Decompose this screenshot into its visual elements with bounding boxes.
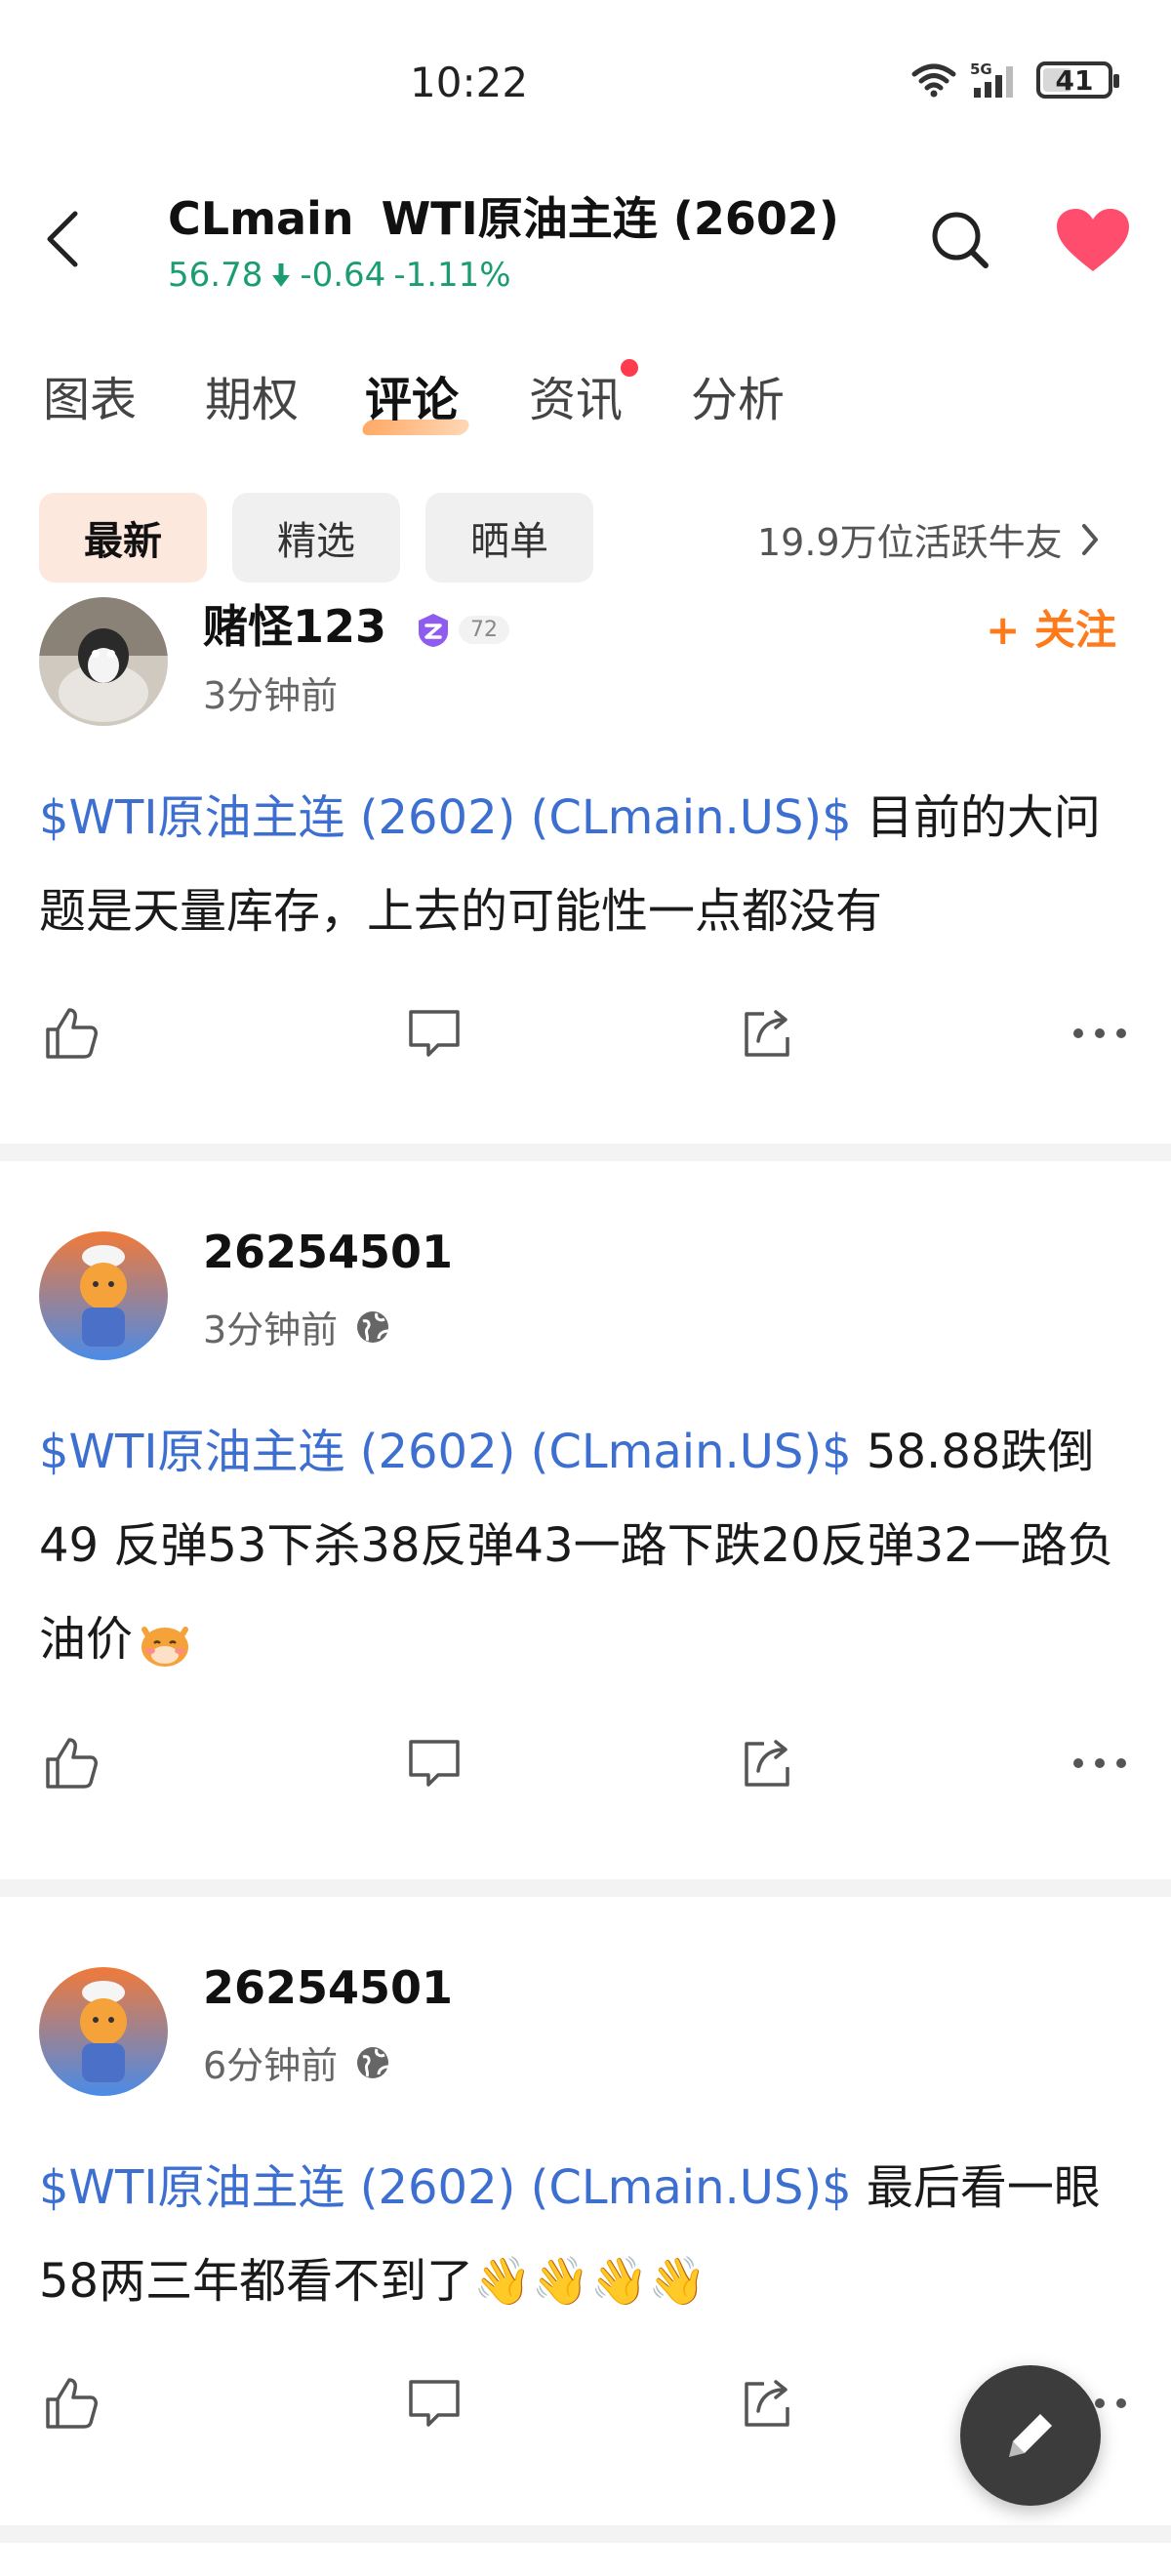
avatar-image: [39, 597, 168, 726]
pencil-icon: [1009, 2414, 1052, 2457]
share-icon: [745, 1010, 789, 1057]
favorite-button[interactable]: [1052, 203, 1134, 277]
title-block: CLmain WTI原油主连 (2602) 56.78 -0.64 -1.11%: [168, 183, 839, 295]
battery-indicator: 41: [1036, 61, 1119, 99]
search-button[interactable]: [923, 203, 997, 277]
globe-icon: [357, 2046, 389, 2078]
wifi-icon: [911, 63, 956, 98]
price-quote: 56.78 -0.64 -1.11%: [168, 256, 839, 295]
user-level: 72: [459, 616, 510, 644]
post-divider: [0, 1144, 1171, 1161]
tab-analysis[interactable]: 分析: [691, 361, 785, 429]
follow-button[interactable]: + 关注: [986, 597, 1116, 657]
status-icons: 5G 41: [911, 60, 1119, 100]
more-button[interactable]: [1066, 1729, 1134, 1797]
share-button[interactable]: [734, 2369, 802, 2437]
price-change: -0.64: [300, 256, 386, 295]
page-title: CLmain WTI原油主连 (2602): [168, 183, 839, 248]
news-unread-dot: [621, 359, 638, 377]
share-button[interactable]: [734, 1729, 802, 1797]
stock-tag[interactable]: $WTI原油主连 (2602) (CLmain.US)$: [39, 790, 852, 845]
active-users-label: 19.9万位活跃牛友: [757, 521, 1063, 564]
comment-icon: [409, 1740, 460, 1787]
battery-level: 41: [1055, 63, 1094, 97]
user-badge: 72: [416, 612, 510, 649]
compose-button[interactable]: [960, 2365, 1101, 2506]
post-actions: [0, 999, 1171, 1067]
username-text: 赌怪123: [203, 600, 387, 653]
globe-icon: [357, 1310, 389, 1343]
cell-signal-icon: 5G: [970, 60, 1013, 98]
post-time-text: 6分钟前: [203, 2044, 339, 2087]
username[interactable]: 26254501: [203, 1961, 453, 2014]
comment-button[interactable]: [400, 2369, 468, 2437]
more-icon: [1073, 1758, 1126, 1768]
tab-news[interactable]: 资讯: [529, 361, 623, 429]
post-time-text: 3分钟前: [203, 1308, 339, 1351]
post-time: 6分钟前: [203, 2035, 390, 2089]
like-button[interactable]: [37, 999, 105, 1067]
like-button[interactable]: [37, 1729, 105, 1797]
post-content[interactable]: $WTI原油主连 (2602) (CLmain.US)$ 目前的大问题是天量库存…: [39, 771, 1142, 958]
stock-tag[interactable]: $WTI原油主连 (2602) (CLmain.US)$: [39, 2160, 852, 2215]
last-price: 56.78: [168, 256, 263, 295]
status-bar: 10:22 5G 41: [0, 0, 1171, 166]
thumbs-up-icon: [46, 1008, 98, 1059]
more-icon: [1073, 1028, 1126, 1038]
username[interactable]: 赌怪123 72: [203, 591, 510, 656]
search-icon: [932, 212, 989, 268]
cow-emoji-icon: [141, 1627, 189, 1667]
thumbs-up-icon: [46, 1738, 98, 1789]
filter-featured[interactable]: 精选: [232, 493, 400, 583]
heart-icon: [1057, 209, 1129, 271]
like-button[interactable]: [37, 2369, 105, 2437]
filter-trades[interactable]: 晒单: [425, 493, 593, 583]
network-label: 5G: [970, 60, 992, 78]
post-card[interactable]: 26254501 3分钟前 $WTI原油主连 (2602) (CLmain.US…: [0, 1226, 1171, 1866]
stock-header: CLmain WTI原油主连 (2602) 56.78 -0.64 -1.11%: [0, 166, 1171, 312]
stock-tag[interactable]: $WTI原油主连 (2602) (CLmain.US)$: [39, 1425, 852, 1479]
thumbs-up-icon: [46, 2378, 98, 2429]
comment-icon: [409, 2380, 460, 2427]
tab-comments[interactable]: 评论: [365, 361, 459, 429]
post-time: 3分钟前: [203, 665, 338, 719]
post-time: 3分钟前: [203, 1300, 390, 1353]
post-time-text: 3分钟前: [203, 674, 339, 717]
tab-bar: 图表 期权 评论 资讯 分析: [0, 351, 1171, 449]
post-divider: [0, 1879, 1171, 1897]
chevron-right-icon: [1081, 523, 1098, 555]
price-change-pct: -1.11%: [393, 256, 511, 295]
post-card[interactable]: 赌怪123 72 3分钟前 + 关注 $WTI原油主连 (2602) (CLma…: [0, 597, 1171, 1144]
chevron-left-icon: [47, 211, 78, 267]
post-divider: [0, 2525, 1171, 2543]
instrument-name: WTI原油主连 (2602): [381, 192, 839, 245]
post-content[interactable]: $WTI原油主连 (2602) (CLmain.US)$ 最后看一眼58两三年都…: [39, 2141, 1142, 2328]
filter-bar: 最新 精选 晒单 19.9万位活跃牛友: [0, 493, 1171, 585]
tab-chart[interactable]: 图表: [43, 361, 137, 429]
status-time: 10:22: [410, 59, 529, 106]
tab-options[interactable]: 期权: [205, 361, 299, 429]
avatar-image: [39, 1231, 168, 1360]
comment-button[interactable]: [400, 999, 468, 1067]
avatar[interactable]: [39, 1231, 168, 1360]
verified-badge-icon: [419, 613, 449, 647]
comment-button[interactable]: [400, 1729, 468, 1797]
comment-icon: [409, 1010, 460, 1057]
back-button[interactable]: [29, 205, 98, 273]
ticker-symbol: CLmain: [168, 192, 354, 245]
avatar-image: [39, 1967, 168, 2096]
avatar[interactable]: [39, 1967, 168, 2096]
filter-latest[interactable]: 最新: [39, 493, 207, 583]
post-actions: [0, 1729, 1171, 1797]
more-button[interactable]: [1066, 999, 1134, 1067]
share-icon: [745, 1740, 789, 1787]
share-button[interactable]: [734, 999, 802, 1067]
arrow-down-icon: [272, 263, 291, 287]
share-icon: [745, 2380, 789, 2427]
active-users-link[interactable]: 19.9万位活跃牛友: [757, 512, 1100, 566]
avatar[interactable]: [39, 597, 168, 726]
post-content[interactable]: $WTI原油主连 (2602) (CLmain.US)$ 58.88跌倒49 反…: [39, 1405, 1142, 1686]
username[interactable]: 26254501: [203, 1226, 453, 1278]
